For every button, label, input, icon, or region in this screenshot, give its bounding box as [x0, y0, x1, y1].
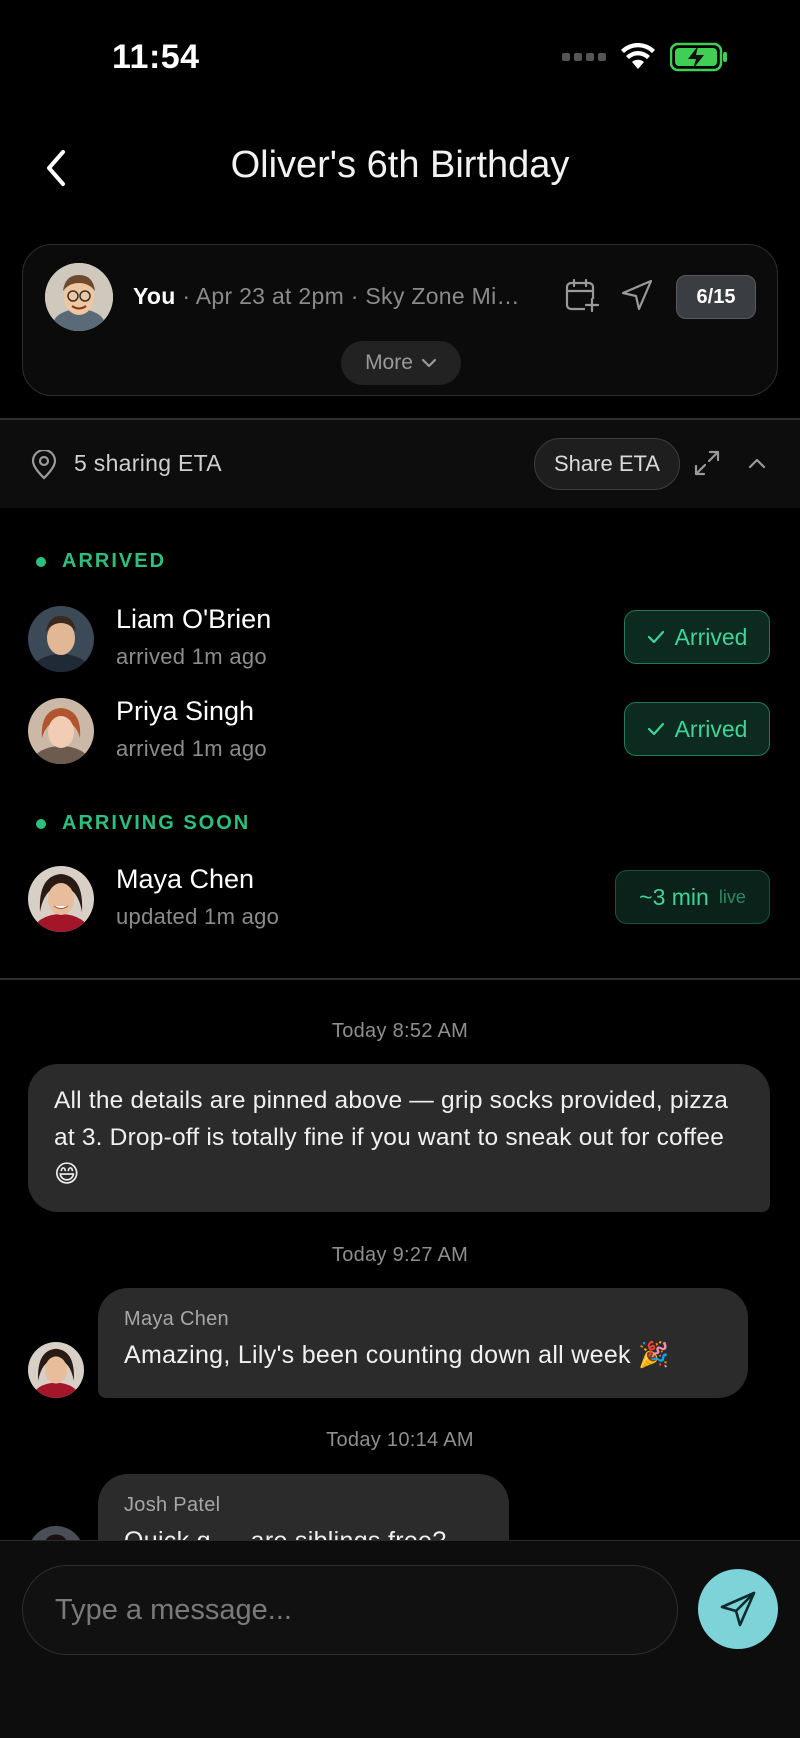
status-time: 11:54 [112, 38, 200, 76]
section-label-arriving-soon: ARRIVING SOON [36, 812, 250, 835]
status-dot [36, 818, 46, 829]
attendee-name: Maya Chen [116, 864, 255, 894]
arrived-badge: Arrived [624, 702, 770, 756]
add-to-calendar-icon[interactable] [563, 277, 599, 313]
arrived-label: Arrived [674, 623, 748, 650]
status-dot [36, 556, 46, 567]
share-eta-button[interactable]: Share ETA [534, 438, 680, 490]
message-sender: Maya Chen [124, 1308, 229, 1330]
arrived-badge: Arrived [624, 610, 770, 664]
attendee-status-text: arrived 1m ago [116, 736, 267, 761]
message-timestamp: Today 10:14 AM [326, 1429, 474, 1451]
section-label-text: ARRIVED [62, 550, 167, 572]
header: Oliver's 6th Birthday [0, 130, 800, 206]
status-icons [562, 42, 728, 72]
message-input[interactable] [22, 1565, 678, 1655]
event-details-line: You · Apr 23 at 2pm · Sky Zone Miss... [133, 283, 521, 310]
status-bar: 11:54 [0, 0, 800, 120]
checkmark-icon [647, 722, 664, 736]
host-avatar [45, 263, 113, 331]
avatar [28, 1342, 84, 1398]
attendee-name: Liam O'Brien [116, 604, 272, 634]
arrived-label: Arrived [674, 715, 748, 742]
event-details-text: · Apr 23 at 2pm · Sky Zone Miss... [175, 283, 521, 309]
chevron-down-icon [421, 358, 437, 368]
attendee-row[interactable]: Maya Chen updated 1m ago ~3 min live [0, 858, 800, 938]
send-button[interactable] [698, 1569, 778, 1649]
chevron-up-icon[interactable] [742, 448, 772, 478]
wifi-icon [621, 43, 655, 69]
more-button[interactable]: More [341, 341, 461, 385]
send-icon [720, 1591, 756, 1627]
checkmark-icon [647, 630, 664, 644]
attendee-name: Priya Singh [116, 696, 255, 726]
event-summary-card: You · Apr 23 at 2pm · Sky Zone Miss... 6… [22, 244, 778, 396]
battery-charging-icon [670, 42, 727, 72]
eta-badge: ~3 min live [615, 870, 770, 924]
avatar [28, 866, 94, 932]
page-title: Oliver's 6th Birthday [230, 144, 570, 186]
location-pin-icon [31, 450, 57, 480]
eta-sharing-bar: 5 sharing ETA Share ETA [0, 420, 800, 508]
section-label-arrived: ARRIVED [36, 550, 166, 573]
message-bubble[interactable]: Maya Chen Amazing, Lily's been counting … [98, 1288, 748, 1398]
message-text: Amazing, Lily's been counting down all w… [124, 1341, 670, 1369]
cellular-signal-icon [562, 53, 606, 61]
divider [0, 978, 800, 980]
message-timestamp: Today 8:52 AM [331, 1020, 469, 1042]
expand-icon[interactable] [692, 448, 722, 478]
message-bubble-own[interactable]: All the details are pinned above — grip … [28, 1064, 770, 1212]
section-label-text: ARRIVING SOON [62, 812, 251, 834]
avatar [28, 606, 94, 672]
message-timestamp: Today 9:27 AM [331, 1244, 469, 1266]
eta-sharing-count: 5 sharing ETA [74, 450, 222, 476]
message-sender: Josh Patel [124, 1494, 221, 1516]
attendee-status-text: arrived 1m ago [116, 644, 267, 669]
rsvp-count-badge[interactable]: 6/15 [676, 275, 756, 319]
avatar [28, 698, 94, 764]
attendee-row[interactable]: Priya Singh arrived 1m ago Arrived [0, 690, 800, 770]
more-label: More [365, 351, 413, 374]
event-host-label: You [133, 283, 176, 309]
navigation-arrow-icon[interactable] [619, 277, 655, 313]
attendee-status-text: updated 1m ago [116, 904, 280, 929]
eta-value: ~3 min [639, 883, 709, 910]
attendee-row[interactable]: Liam O'Brien arrived 1m ago Arrived [0, 598, 800, 678]
live-tag: live [718, 886, 746, 907]
message-composer [0, 1540, 800, 1738]
